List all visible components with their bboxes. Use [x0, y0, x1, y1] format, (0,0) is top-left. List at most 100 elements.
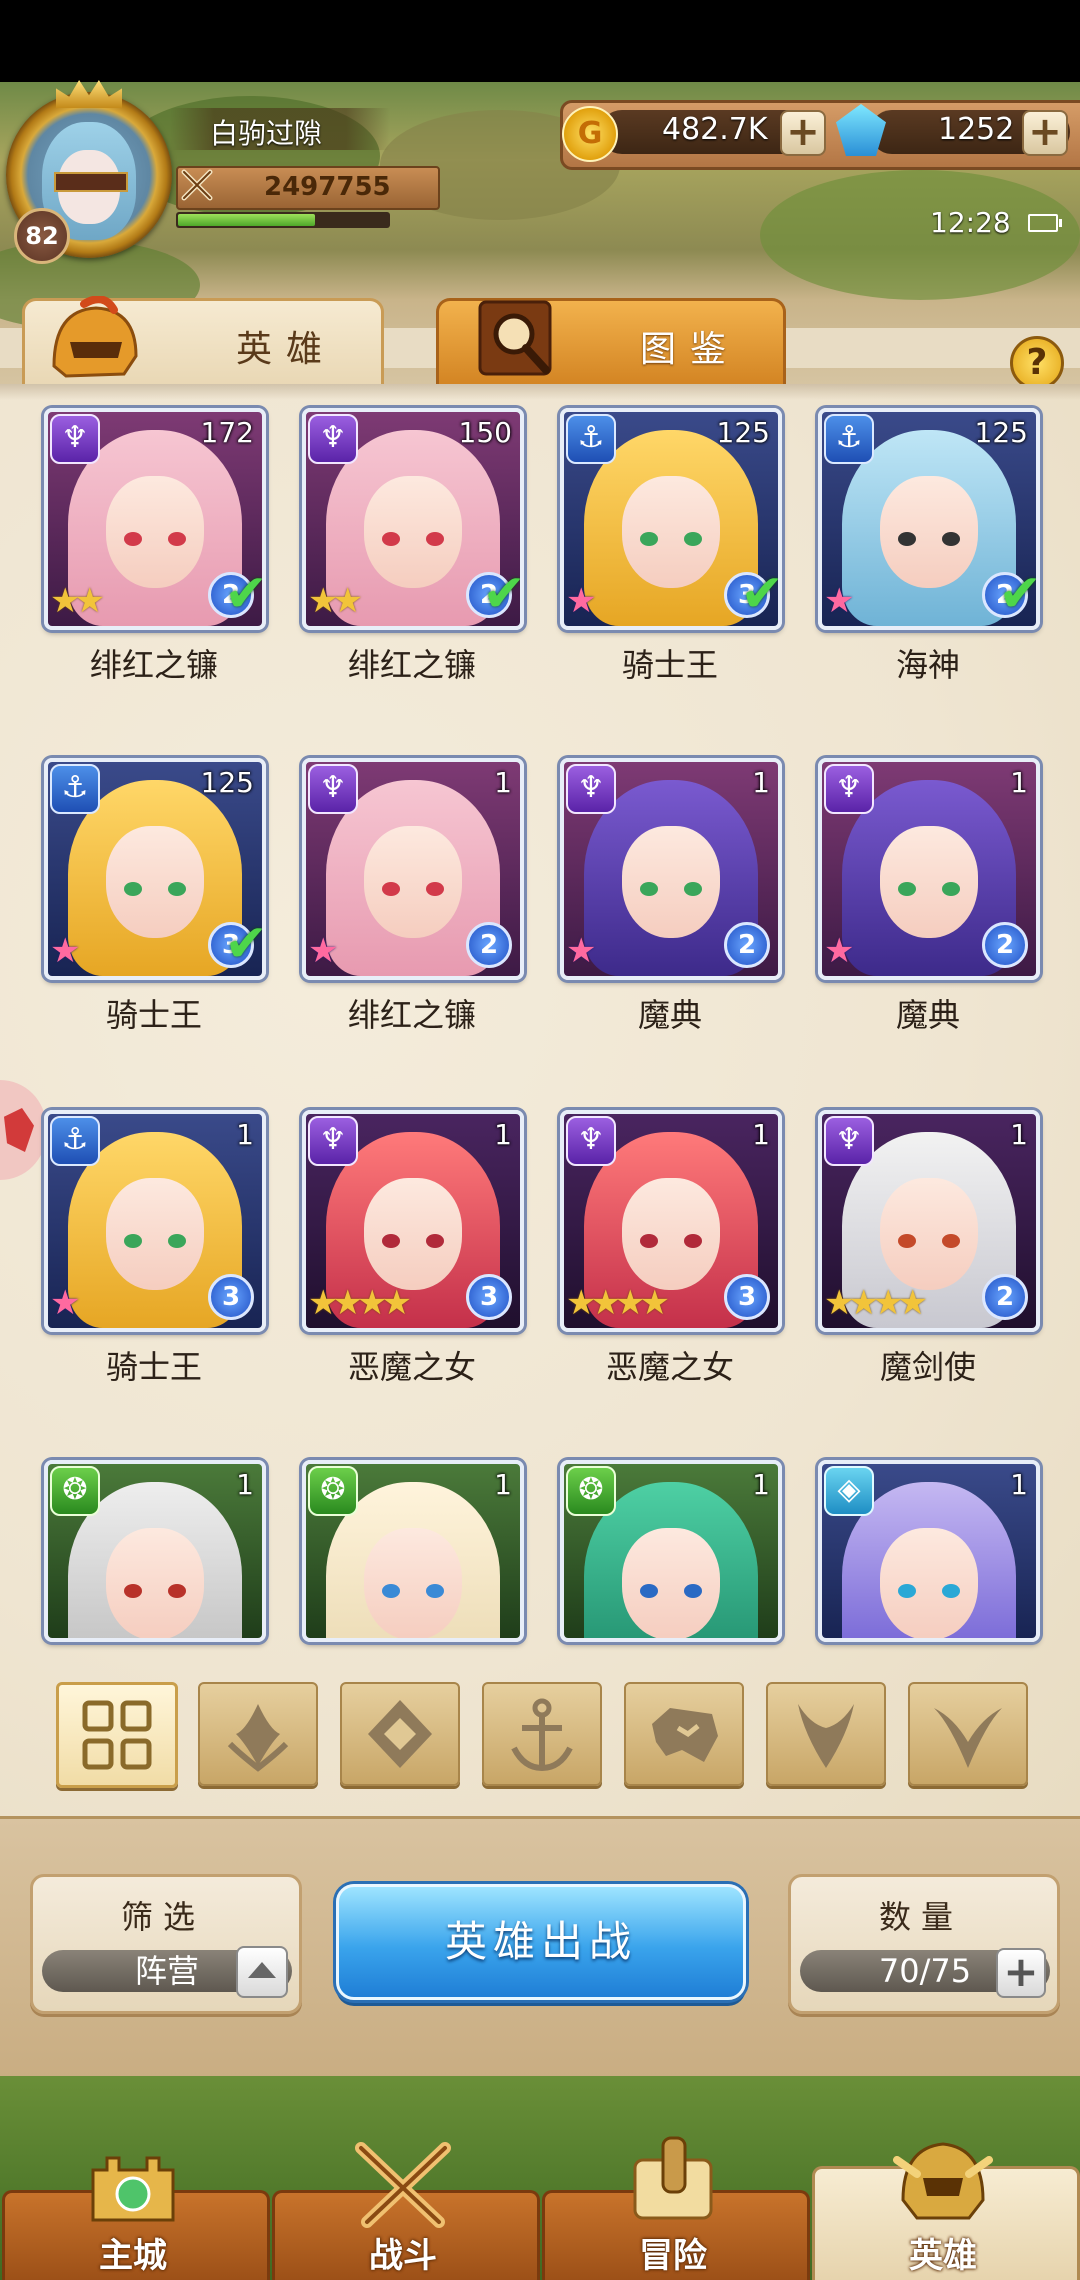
hero-rank-badge: 2: [724, 922, 770, 968]
flame-faction-icon: [227, 1704, 289, 1772]
hero-card[interactable]: ♆ 172 ★★ 2 ✔: [44, 408, 266, 630]
hero-card[interactable]: ❂ 1: [302, 1460, 524, 1642]
demon-faction-icon: ♆: [50, 414, 100, 464]
demon-faction-icon: ♆: [824, 1116, 874, 1166]
hero-name: 绯红之镰: [89, 646, 218, 684]
count-title: 数量: [878, 1898, 963, 1936]
hero-card[interactable]: ⚓ 1 ★ 3: [44, 1110, 266, 1332]
filter-button-anchor-faction[interactable]: [482, 1682, 602, 1786]
hero-name: 恶魔之女: [605, 1348, 734, 1386]
hero-level: 1: [752, 1118, 770, 1151]
castle-icon: [73, 2130, 193, 2230]
hero-level: 125: [974, 416, 1028, 449]
hero-level: 1: [236, 1118, 254, 1151]
hero-stars: ★: [308, 931, 339, 971]
gold-amount: 482.7K: [662, 112, 768, 147]
hero-level: 125: [716, 416, 770, 449]
crossed-swords-icon: [181, 169, 213, 201]
horns-faction-icon: [934, 1708, 1002, 1768]
hero-level: 1: [1010, 1468, 1028, 1501]
anchor-faction-icon: ⚓: [50, 1116, 100, 1166]
clock: 12:28: [930, 206, 1011, 239]
hero-card[interactable]: ❂ 1: [560, 1460, 782, 1642]
filter-button-all-grid[interactable]: [56, 1682, 178, 1788]
filter-title: 筛选: [120, 1898, 205, 1936]
hero-rank-badge: 2: [466, 922, 512, 968]
hero-card[interactable]: ♆ 1 ★★★★ 3: [302, 1110, 524, 1332]
nav-label: 英雄: [909, 2236, 977, 2276]
hero-stars: ★★★★: [824, 1283, 928, 1323]
hero-stars: ★: [824, 931, 855, 971]
hero-card[interactable]: ♆ 1 ★ 2: [818, 758, 1040, 980]
hero-name: 骑士王: [105, 1348, 202, 1386]
hero-name: 骑士王: [105, 996, 202, 1034]
hero-rank-badge: 2: [982, 922, 1028, 968]
celestial-faction-icon: ◈: [824, 1466, 874, 1516]
filter-button-flame-faction[interactable]: [198, 1682, 318, 1786]
game-screen: 82 白驹过隙 2497755 G 482.7K + 1252 + 12:28 …: [0, 0, 1080, 2280]
deployed-check-icon: ✔: [998, 564, 1040, 624]
hero-name: 恶魔之女: [347, 1348, 476, 1386]
anchor-faction-icon: [511, 1698, 573, 1772]
expand-capacity-button[interactable]: +: [996, 1948, 1046, 1998]
hero-level: 1: [752, 766, 770, 799]
hero-rank-badge: 2: [982, 1274, 1028, 1320]
deployed-check-icon: ✔: [482, 564, 524, 624]
filter-button-horns-faction[interactable]: [908, 1682, 1028, 1786]
hero-stars: ★★★★: [308, 1283, 412, 1323]
hero-card[interactable]: ◈ 1: [818, 1460, 1040, 1642]
deployed-check-icon: ✔: [740, 564, 782, 624]
hero-level: 1: [1010, 766, 1028, 799]
filter-button-beast-faction[interactable]: [624, 1682, 744, 1786]
beast-faction-icon: ❂: [50, 1466, 100, 1516]
tab-heroes-label: 英雄: [236, 329, 337, 370]
nav-label: 主城: [99, 2236, 167, 2276]
crossed-swords-icon: [343, 2130, 463, 2230]
hero-card[interactable]: ⚓ 125 ★ 3 ✔: [560, 408, 782, 630]
help-button[interactable]: ?: [1010, 336, 1064, 390]
hero-card[interactable]: ❂ 1: [44, 1460, 266, 1642]
hero-stars: ★: [566, 931, 597, 971]
hero-rank-badge: 3: [466, 1274, 512, 1320]
hero-level: 1: [236, 1468, 254, 1501]
beast-faction-icon: ❂: [308, 1466, 358, 1516]
beast-faction-icon: ❂: [566, 1466, 616, 1516]
hero-name: 骑士王: [621, 646, 718, 684]
hero-stars: ★: [50, 1283, 81, 1323]
hero-card[interactable]: ♆ 1 ★ 2: [302, 758, 524, 980]
hero-name: 魔剑使: [879, 1348, 976, 1386]
hero-level: 172: [200, 416, 254, 449]
add-gold-button[interactable]: +: [780, 110, 826, 156]
hero-name: 海神: [895, 646, 960, 684]
demon-faction-icon: ♆: [308, 764, 358, 814]
player-level-badge: 82: [14, 208, 70, 264]
demon-faction-icon: ♆: [308, 1116, 358, 1166]
foliage: [760, 170, 1080, 300]
hero-name: 绯红之镰: [347, 646, 476, 684]
hero-stars: ★: [50, 931, 81, 971]
filter-button-demon-faction[interactable]: [766, 1682, 886, 1786]
hero-card[interactable]: ♆ 150 ★★ 2 ✔: [302, 408, 524, 630]
anchor-faction-icon: ⚓: [824, 414, 874, 464]
hero-name: 魔典: [895, 996, 960, 1034]
hero-stars: ★★★★: [566, 1283, 670, 1323]
hero-stars: ★★: [50, 581, 105, 621]
hero-card[interactable]: ⚓ 125 ★ 3 ✔: [44, 758, 266, 980]
hero-card[interactable]: ♆ 1 ★ 2: [560, 758, 782, 980]
hero-stars: ★: [824, 581, 855, 621]
hero-name: 魔典: [637, 996, 702, 1034]
filter-toggle-up-button[interactable]: [236, 1946, 288, 1998]
deploy-heroes-button[interactable]: 英雄出战: [336, 1884, 746, 2000]
hero-level: 1: [494, 1468, 512, 1501]
tab-codex-label: 图鉴: [640, 329, 741, 370]
power-value: 2497755: [264, 172, 391, 202]
gold-coin-icon: G: [562, 106, 618, 162]
hero-level: 1: [494, 1118, 512, 1151]
demon-faction-icon: ♆: [566, 1116, 616, 1166]
add-gems-button[interactable]: +: [1022, 110, 1068, 156]
hero-card[interactable]: ⚓ 125 ★ 2 ✔: [818, 408, 1040, 630]
filter-button-diamond-faction[interactable]: [340, 1682, 460, 1786]
hero-card[interactable]: ♆ 1 ★★★★ 2: [818, 1110, 1040, 1332]
hero-card[interactable]: ♆ 1 ★★★★ 3: [560, 1110, 782, 1332]
deployed-check-icon: ✔: [224, 564, 266, 624]
